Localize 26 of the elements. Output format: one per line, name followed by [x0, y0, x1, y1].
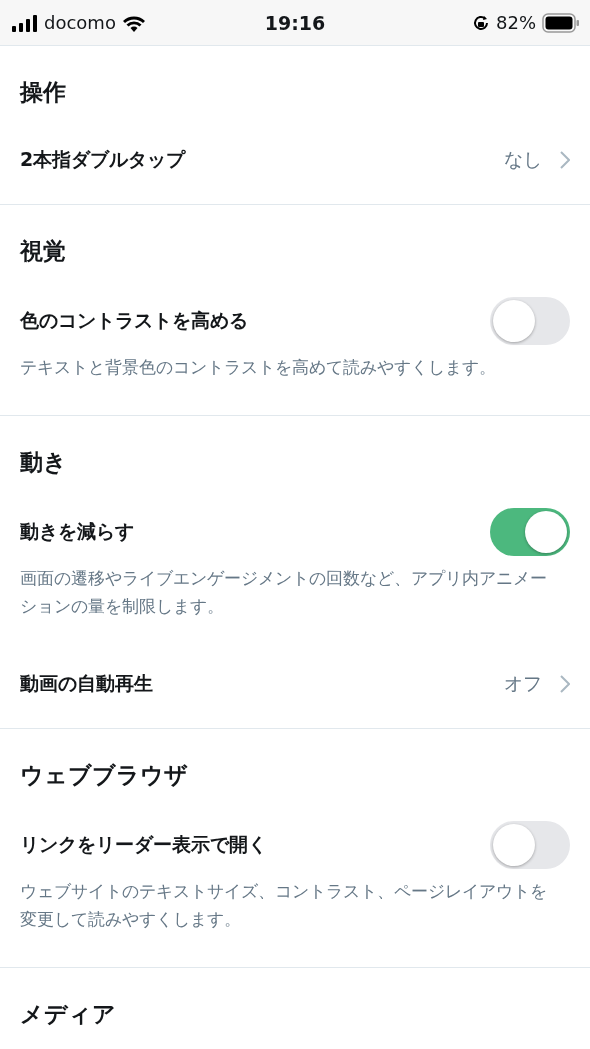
chevron-icon[interactable]	[560, 151, 570, 169]
setting-label: 動きを減らす	[20, 519, 135, 544]
setting-description: ウェブサイトのテキストサイズ、コントラスト、ページレイアウトを変更して読みやすくします。	[20, 881, 548, 931]
section-title: 動き	[20, 449, 67, 475]
section-title: ウェブブラウザ	[20, 762, 188, 788]
chevron-icon[interactable]	[560, 675, 570, 693]
setting-label: リンクをリーダー表示で開く	[20, 832, 268, 857]
section-title: 視覚	[20, 238, 66, 264]
signal-icon	[12, 13, 38, 32]
setting-value: なし	[504, 147, 542, 172]
toggle-switch[interactable]	[490, 297, 570, 345]
section-title: メディア	[20, 1001, 116, 1027]
setting-label: 色のコントラストを高める	[20, 308, 249, 333]
toggle-switch[interactable]	[490, 508, 570, 556]
setting-label: 動画の自動再生	[20, 671, 154, 696]
carrier-name: docomo	[44, 12, 116, 33]
section-title: 操作	[20, 79, 66, 105]
setting-description: テキストと背景色のコントラストを高めて読みやすくします。	[20, 357, 497, 379]
rotation-lock-icon	[472, 13, 490, 32]
setting-label: 2本指ダブルタップ	[20, 147, 187, 172]
clock-time: 19:16	[264, 11, 326, 34]
battery-icon	[542, 12, 580, 33]
setting-value: オフ	[504, 671, 542, 696]
battery-percent: 82%	[496, 12, 536, 33]
toggle-switch[interactable]	[490, 821, 570, 869]
setting-description: 画面の遷移やライブエンゲージメントの回数など、アプリ内アニメーションの量を制限します。	[20, 568, 548, 618]
